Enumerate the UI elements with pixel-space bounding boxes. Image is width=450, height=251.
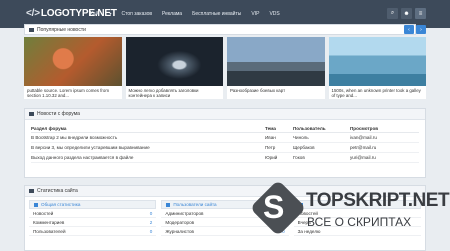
col-header: Раздел форума (31, 125, 67, 131)
stats-title: Статистика сайта (37, 188, 78, 194)
header-tools: ⌕ ☻ ≡ (387, 8, 426, 19)
topic-user: Чиноль (293, 135, 309, 140)
nav-item-0[interactable]: Кай (85, 11, 104, 17)
nav-item-1[interactable]: Стоп заказов (117, 11, 158, 17)
news-icon (29, 27, 34, 32)
table-header: Раздел форума Тема Пользователь Просмотр… (31, 124, 419, 133)
slide-3[interactable]: 1500s, when an unknown printer took a ga… (328, 37, 426, 99)
nav-item-5[interactable]: VDS (264, 11, 284, 17)
stat-row: Новостей 0 (29, 209, 157, 218)
slide-caption[interactable]: Можно легко добавлять заголовки контейне… (125, 86, 223, 99)
forum-table: Раздел форума Тема Пользователь Просмотр… (25, 120, 425, 167)
news-title: Популярные новости (37, 26, 86, 33)
col-header: Пользователь (293, 125, 326, 131)
topic-email: ivan@mail.ru (350, 135, 377, 140)
slider-controls: ‹ › (404, 25, 426, 34)
table-row[interactable]: Выход данного раздела настраивается в фа… (31, 153, 419, 163)
table-row[interactable]: В версии 3, мы определили устаревшим выр… (31, 143, 419, 153)
prev-arrow-icon[interactable]: ‹ (404, 25, 414, 34)
topic-author: Петр (265, 145, 276, 150)
slide-2[interactable]: Разнообразие боевых карт (227, 37, 325, 99)
next-arrow-icon[interactable]: › (416, 25, 426, 34)
news-slider: puttable source. Lorem ipsum comes from … (24, 37, 426, 99)
watermark-title: TOPSKRIPT.NET (306, 190, 450, 211)
topic-email: petr@mail.ru (350, 145, 377, 150)
stats-icon (29, 189, 34, 193)
stat-row: Комментариев 2 (29, 218, 157, 227)
col-header: Просмотров (350, 125, 379, 131)
col-header: Общая статистика (29, 200, 157, 209)
watermark: S TOPSKRIPT.NET ВСЕ О СКРИПТАХ (249, 179, 450, 251)
chart-icon (34, 202, 38, 207)
nav-item-3[interactable]: Бесплатные инвайты (187, 11, 246, 17)
forum-topic[interactable]: В Bootstrap 2 мы внедрили возможность (31, 135, 265, 140)
slide-caption[interactable]: 1500s, when an unknown printer took a ga… (328, 86, 426, 99)
general-stats: Общая статистика Новостей 0 Комментариев 2… (29, 200, 157, 236)
table-row[interactable]: В Bootstrap 2 мы внедрили возможность Ив… (31, 133, 419, 143)
topic-user: Щербаков (293, 145, 315, 150)
watermark-subtitle: ВСЕ О СКРИПТАХ (307, 215, 412, 229)
watermark-s-icon: S (263, 189, 285, 225)
topic-author: Юрий (265, 155, 278, 160)
nav-item-4[interactable]: VIP (246, 11, 264, 17)
slide-caption[interactable]: puttable source. Lorem ipsum comes from … (24, 86, 122, 99)
slide-1[interactable]: Можно легко добавлять заголовки контейне… (125, 37, 223, 99)
forum-panel: Новости с форума Раздел форума Тема Поль… (24, 108, 426, 178)
forum-header: Новости с форума (25, 109, 425, 120)
forum-title: Новости с форума (37, 111, 80, 117)
users-icon (166, 202, 171, 207)
chevron-down-icon: ▾ (109, 11, 112, 16)
topic-user: Гоков (293, 155, 305, 160)
main-nav: Кай ▾ Стоп заказов Реклама Бесплатные инв… (85, 11, 285, 17)
forum-topic[interactable]: Выход данного раздела настраивается в фа… (31, 155, 265, 160)
menu-icon[interactable]: ≡ (415, 8, 426, 19)
topic-author: Иван (265, 135, 276, 140)
slide-caption[interactable]: Разнообразие боевых карт (227, 86, 325, 99)
news-header: Популярные новости (24, 24, 416, 35)
stat-row: Пользователей 0 (29, 227, 157, 236)
slide-0[interactable]: puttable source. Lorem ipsum comes from … (24, 37, 122, 99)
topic-email: yuri@mail.ru (350, 155, 376, 160)
user-icon[interactable]: ☻ (401, 8, 412, 19)
col-header: Тема (265, 125, 276, 131)
search-icon[interactable]: ⌕ (387, 8, 398, 19)
nav-item-2[interactable]: Реклама (157, 11, 187, 17)
forum-icon (29, 112, 34, 116)
forum-topic[interactable]: В версии 3, мы определили устаревшим выр… (31, 145, 265, 150)
